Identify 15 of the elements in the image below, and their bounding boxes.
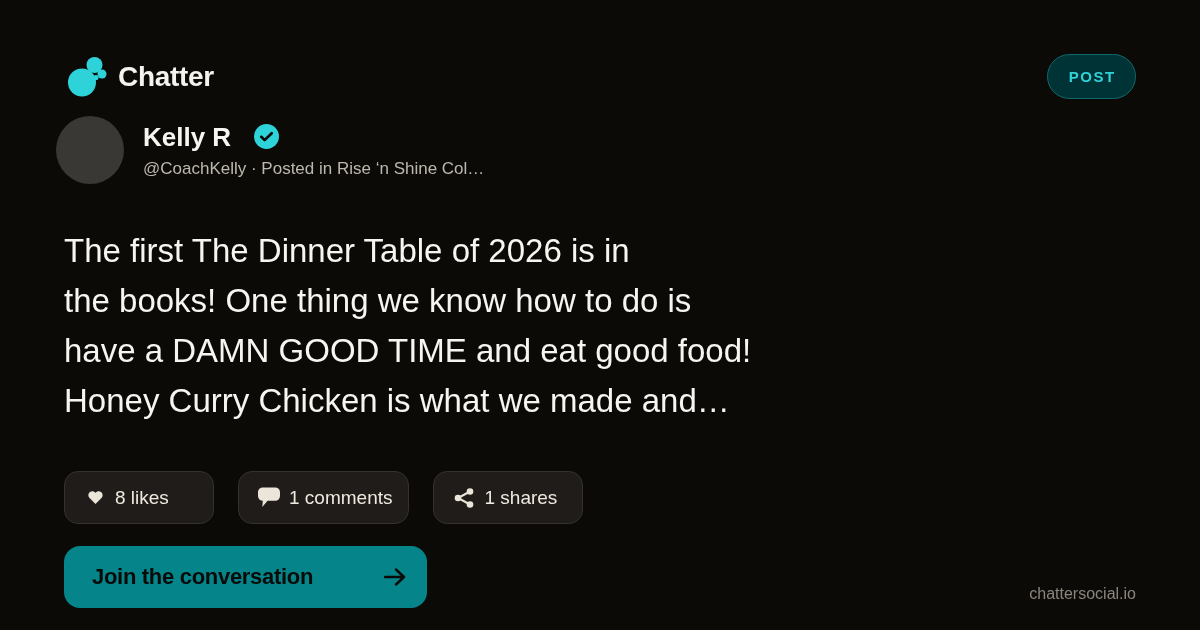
author-name: Kelly R: [143, 121, 232, 152]
post-button[interactable]: POST: [1047, 54, 1136, 99]
bubbles-logo-icon: [68, 56, 109, 97]
comments-button[interactable]: 1 comments: [238, 471, 410, 524]
likes-button[interactable]: 8 likes: [64, 471, 214, 524]
share-icon: [454, 487, 475, 508]
site-url: chattersocial.io: [1029, 584, 1136, 604]
shares-button[interactable]: 1 shares: [433, 471, 584, 524]
post-text: The first The Dinner Table of 2026 is in the books! One thing we know how to do is have a DAMN GOOD TIME and eat good food! Honey Curry Chicken is what we made and…: [64, 231, 752, 421]
heart-icon: [87, 491, 103, 504]
arrow-right-icon: [384, 568, 406, 586]
author-byline: @CoachKelly · Posted in Rise ‘n Shine Col…: [143, 158, 485, 179]
brand-name: Chatter: [118, 62, 214, 91]
speech-bubble-icon: [258, 487, 280, 508]
join-conversation-button[interactable]: Join the conversation: [64, 546, 427, 608]
